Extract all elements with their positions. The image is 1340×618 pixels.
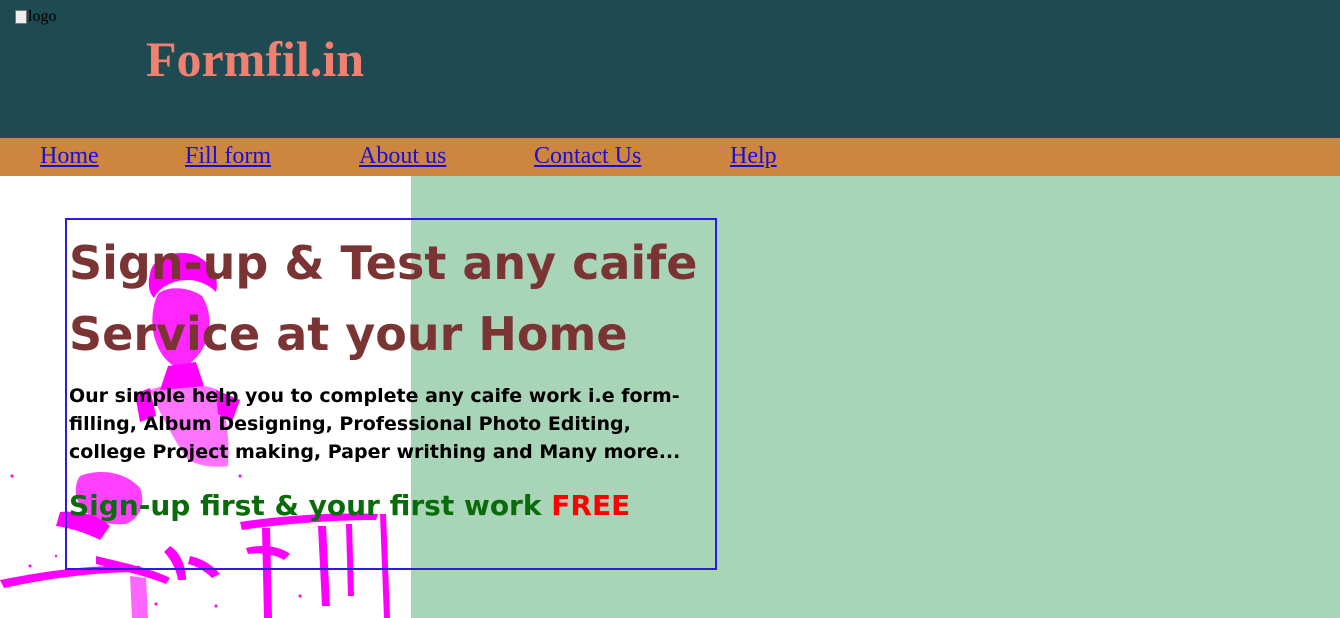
main-nav: Home Fill form About us Contact Us Help <box>0 138 1340 176</box>
nav-link-contact-us[interactable]: Contact Us <box>534 143 641 171</box>
promo-card: Sign-up & Test any caife Service at your… <box>65 218 717 570</box>
offer-free-highlight: FREE <box>551 489 631 522</box>
offer-text: Sign-up first & your first work <box>69 489 542 522</box>
site-header: logo Formfil.in <box>0 0 1340 138</box>
hero-title: Sign-up & Test any caife Service at your… <box>69 236 698 361</box>
hero-offer: Sign-up first & your first work FREE <box>69 488 709 524</box>
nav-link-about-us[interactable]: About us <box>359 143 446 171</box>
nav-link-help[interactable]: Help <box>730 143 777 171</box>
hero-description: Our simple help you to complete any caif… <box>69 385 681 463</box>
nav-link-home[interactable]: Home <box>40 143 99 171</box>
logo-alt-text: logo <box>28 8 57 25</box>
site-title: Formfil.in <box>146 31 365 87</box>
broken-image-icon <box>15 10 27 24</box>
nav-link-fill-form[interactable]: Fill form <box>185 143 271 171</box>
logo-image[interactable]: logo <box>15 8 56 26</box>
